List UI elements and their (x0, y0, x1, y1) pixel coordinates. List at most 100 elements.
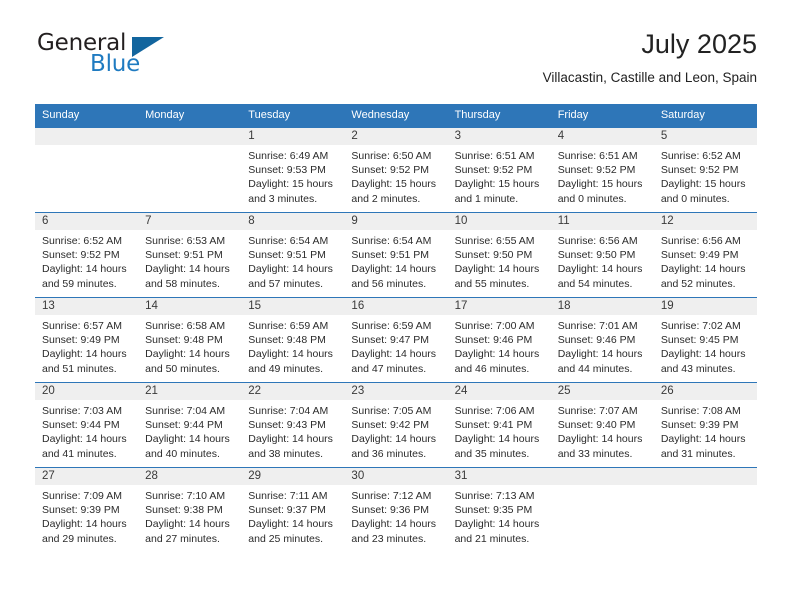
page-header: General Blue July 2025 Villacastin, Cast… (35, 28, 757, 94)
calendar-day-cell[interactable]: 22 Sunrise: 7:04 AM Sunset: 9:43 PM Dayligh… (241, 382, 345, 468)
day-number: 2 (344, 128, 448, 145)
sunrise-text: Sunrise: 7:02 AM (660, 320, 741, 332)
day-details: Sunrise: 7:13 AM Sunset: 9:35 PM Daylight:… (448, 485, 551, 546)
sunrise-text: Sunrise: 6:56 AM (557, 235, 638, 247)
daylight-text-line2: and 27 minutes. (145, 532, 220, 545)
sunrise-text: Sunrise: 6:52 AM (660, 150, 741, 162)
calendar-day-cell[interactable]: 5 Sunrise: 6:52 AM Sunset: 9:52 PM Daylight… (653, 127, 757, 213)
daylight-text-line1: Daylight: 14 hours (351, 263, 437, 276)
calendar-day-cell[interactable]: 10 Sunrise: 6:55 AM Sunset: 9:50 PM Dayligh… (447, 212, 551, 298)
sunset-text: Sunset: 9:49 PM (42, 334, 120, 347)
day-details: Sunrise: 6:58 AM Sunset: 9:48 PM Daylight:… (138, 315, 241, 376)
sunrise-text: Sunrise: 6:57 AM (42, 320, 122, 332)
day-number: 7 (138, 213, 242, 230)
daylight-text-line1: Daylight: 14 hours (660, 433, 746, 446)
calendar-day-cell[interactable]: 3 Sunrise: 6:51 AM Sunset: 9:52 PM Daylight… (447, 127, 551, 213)
weekday-header-sunday: Sunday (35, 104, 139, 128)
daylight-text-line2: and 54 minutes. (557, 277, 633, 290)
daylight-text-line1: Daylight: 15 hours (660, 178, 746, 191)
calendar-day-cell[interactable]: 12 Sunrise: 6:56 AM Sunset: 9:49 PM Dayligh… (653, 212, 757, 298)
calendar-day-cell[interactable]: 19 Sunrise: 7:02 AM Sunset: 9:45 PM Dayligh… (653, 297, 757, 383)
calendar-day-cell[interactable]: 2 Sunrise: 6:50 AM Sunset: 9:52 PM Daylight… (344, 127, 448, 213)
calendar-day-cell[interactable]: 27 Sunrise: 7:09 AM Sunset: 9:39 PM Dayligh… (35, 467, 139, 552)
daylight-text-line1: Daylight: 15 hours (454, 178, 540, 191)
calendar-day-cell[interactable]: 11 Sunrise: 6:56 AM Sunset: 9:50 PM Dayligh… (550, 212, 654, 298)
daylight-text-line1: Daylight: 14 hours (145, 263, 230, 276)
calendar-day-cell[interactable]: 20 Sunrise: 7:03 AM Sunset: 9:44 PM Dayligh… (35, 382, 139, 468)
day-number: 20 (35, 383, 139, 400)
day-number: 9 (344, 213, 448, 230)
day-number: 6 (35, 213, 139, 230)
calendar-day-cell[interactable]: 13 Sunrise: 6:57 AM Sunset: 9:49 PM Dayligh… (35, 297, 139, 383)
calendar-day-cell[interactable]: 30 Sunrise: 7:12 AM Sunset: 9:36 PM Dayligh… (344, 467, 448, 552)
sunset-text: Sunset: 9:36 PM (351, 504, 430, 517)
calendar-day-cell[interactable]: 24 Sunrise: 7:06 AM Sunset: 9:41 PM Dayligh… (447, 382, 551, 468)
sunset-text: Sunset: 9:40 PM (557, 419, 636, 432)
day-details: Sunrise: 6:57 AM Sunset: 9:49 PM Daylight:… (35, 315, 138, 376)
sunset-text: Sunset: 9:39 PM (660, 419, 739, 432)
calendar-day-cell[interactable]: 17 Sunrise: 7:00 AM Sunset: 9:46 PM Dayligh… (447, 297, 551, 383)
daylight-text-line2: and 36 minutes. (351, 447, 427, 460)
calendar-day-cell[interactable]: 29 Sunrise: 7:11 AM Sunset: 9:37 PM Dayligh… (241, 467, 345, 552)
calendar-page: General Blue July 2025 Villacastin, Cast… (0, 0, 792, 612)
day-number: 3 (447, 128, 551, 145)
daylight-text-line2: and 55 minutes. (454, 277, 530, 290)
calendar-day-cell[interactable]: 23 Sunrise: 7:05 AM Sunset: 9:42 PM Dayligh… (344, 382, 448, 468)
calendar-day-cell[interactable]: 8 Sunrise: 6:54 AM Sunset: 9:51 PM Daylight… (241, 212, 345, 298)
daylight-text-line2: and 50 minutes. (145, 362, 220, 375)
sunset-text: Sunset: 9:53 PM (248, 164, 326, 177)
calendar-day-cell[interactable]: 15 Sunrise: 6:59 AM Sunset: 9:48 PM Dayligh… (241, 297, 345, 383)
day-details: Sunrise: 7:11 AM Sunset: 9:37 PM Daylight:… (241, 485, 344, 546)
sunrise-text: Sunrise: 7:13 AM (454, 490, 535, 502)
calendar-day-cell[interactable]: 31 Sunrise: 7:13 AM Sunset: 9:35 PM Dayligh… (447, 467, 551, 552)
daylight-text-line1: Daylight: 15 hours (248, 178, 333, 191)
calendar-body: 1 Sunrise: 6:49 AM Sunset: 9:53 PM Daylight… (35, 127, 757, 552)
daylight-text-line2: and 47 minutes. (351, 362, 427, 375)
calendar-day-cell[interactable]: 14 Sunrise: 6:58 AM Sunset: 9:48 PM Dayligh… (138, 297, 242, 383)
day-details: Sunrise: 7:02 AM Sunset: 9:45 PM Daylight:… (654, 315, 757, 376)
day-details: Sunrise: 6:59 AM Sunset: 9:48 PM Daylight:… (241, 315, 344, 376)
daylight-text-line1: Daylight: 14 hours (660, 348, 746, 361)
calendar-day-cell[interactable]: 18 Sunrise: 7:01 AM Sunset: 9:46 PM Dayligh… (550, 297, 654, 383)
day-details: Sunrise: 6:54 AM Sunset: 9:51 PM Daylight:… (241, 230, 344, 291)
calendar-grid: Sunday Monday Tuesday Wednesday Thursday… (35, 104, 757, 552)
sunset-text: Sunset: 9:37 PM (248, 504, 326, 517)
calendar-day-cell[interactable]: 25 Sunrise: 7:07 AM Sunset: 9:40 PM Dayligh… (550, 382, 654, 468)
calendar-day-cell[interactable]: 1 Sunrise: 6:49 AM Sunset: 9:53 PM Daylight… (241, 127, 345, 213)
sunset-text: Sunset: 9:39 PM (42, 504, 120, 517)
daylight-text-line1: Daylight: 14 hours (557, 433, 643, 446)
sunrise-text: Sunrise: 6:58 AM (145, 320, 226, 332)
day-number (653, 468, 757, 485)
calendar-day-cell[interactable]: 6 Sunrise: 6:52 AM Sunset: 9:52 PM Daylight… (35, 212, 139, 298)
calendar-day-cell[interactable]: 28 Sunrise: 7:10 AM Sunset: 9:38 PM Dayligh… (138, 467, 242, 552)
weekday-header-friday: Friday (550, 104, 654, 128)
calendar-day-cell[interactable]: 7 Sunrise: 6:53 AM Sunset: 9:51 PM Daylight… (138, 212, 242, 298)
sunrise-text: Sunrise: 7:04 AM (145, 405, 226, 417)
calendar-day-cell[interactable]: 9 Sunrise: 6:54 AM Sunset: 9:51 PM Daylight… (344, 212, 448, 298)
day-number: 19 (653, 298, 757, 315)
sunrise-text: Sunrise: 6:50 AM (351, 150, 432, 162)
sunrise-text: Sunrise: 6:54 AM (351, 235, 432, 247)
calendar-day-cell[interactable]: 16 Sunrise: 6:59 AM Sunset: 9:47 PM Dayligh… (344, 297, 448, 383)
weekday-header-saturday: Saturday (653, 104, 757, 128)
sunset-text: Sunset: 9:48 PM (248, 334, 326, 347)
calendar-day-cell[interactable]: 26 Sunrise: 7:08 AM Sunset: 9:39 PM Dayligh… (653, 382, 757, 468)
day-number: 26 (653, 383, 757, 400)
sunrise-text: Sunrise: 6:59 AM (248, 320, 329, 332)
day-number: 25 (550, 383, 654, 400)
daylight-text-line2: and 58 minutes. (145, 277, 220, 290)
day-details: Sunrise: 7:10 AM Sunset: 9:38 PM Daylight:… (138, 485, 241, 546)
day-details: Sunrise: 7:00 AM Sunset: 9:46 PM Daylight:… (448, 315, 551, 376)
day-details: Sunrise: 7:04 AM Sunset: 9:43 PM Daylight:… (241, 400, 344, 461)
day-number: 23 (344, 383, 448, 400)
sunset-text: Sunset: 9:49 PM (660, 249, 739, 262)
sunset-text: Sunset: 9:38 PM (145, 504, 223, 517)
daylight-text-line2: and 41 minutes. (42, 447, 117, 460)
sunrise-text: Sunrise: 6:53 AM (145, 235, 226, 247)
day-details: Sunrise: 6:52 AM Sunset: 9:52 PM Daylight:… (654, 145, 757, 206)
calendar-day-cell[interactable]: 4 Sunrise: 6:51 AM Sunset: 9:52 PM Daylight… (550, 127, 654, 213)
day-number: 10 (447, 213, 551, 230)
calendar-day-cell[interactable]: 21 Sunrise: 7:04 AM Sunset: 9:44 PM Dayligh… (138, 382, 242, 468)
day-details: Sunrise: 6:56 AM Sunset: 9:50 PM Daylight:… (551, 230, 654, 291)
calendar-week-row: 20 Sunrise: 7:03 AM Sunset: 9:44 PM Dayligh… (35, 382, 757, 468)
